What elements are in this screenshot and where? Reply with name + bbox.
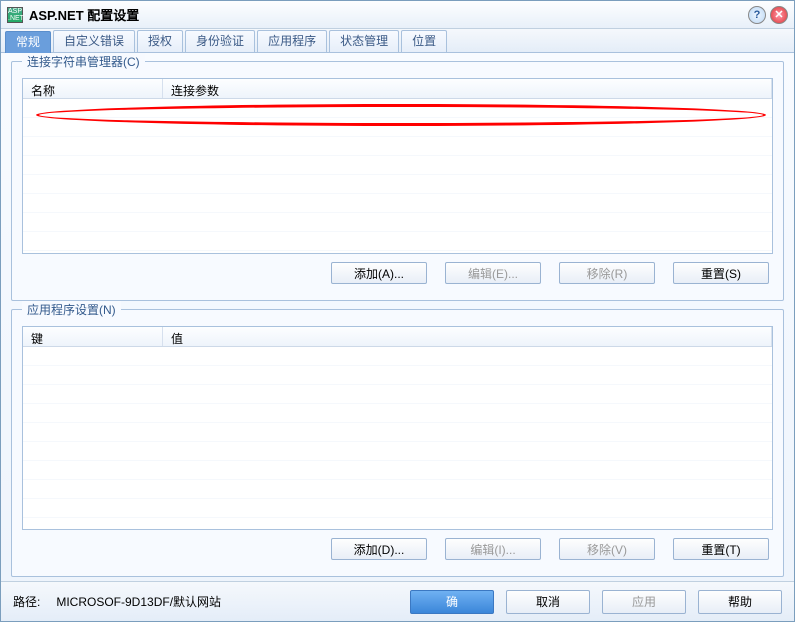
list-body[interactable] (23, 99, 772, 253)
connection-buttons: 添加(A)... 编辑(E)... 移除(R) 重置(S) (22, 262, 773, 290)
ok-button[interactable]: 确 (410, 590, 494, 614)
group-legend: 连接字符串管理器(C) (22, 53, 145, 70)
content-area: 连接字符串管理器(C) 名称 连接参数 添加(A)... 编辑(E)... 移除… (1, 53, 794, 581)
window-title: ASP.NET 配置设置 (29, 5, 139, 24)
app-icon: ASP.NET (7, 7, 23, 23)
col-key[interactable]: 键 (23, 327, 163, 346)
tab-state[interactable]: 状态管理 (329, 30, 399, 52)
connection-string-group: 连接字符串管理器(C) 名称 连接参数 添加(A)... 编辑(E)... 移除… (11, 61, 784, 301)
col-name[interactable]: 名称 (23, 79, 163, 98)
reset-button[interactable]: 重置(T) (673, 538, 769, 560)
tab-general[interactable]: 常规 (5, 31, 51, 53)
edit-button[interactable]: 编辑(E)... (445, 262, 541, 284)
group-legend: 应用程序设置(N) (22, 301, 121, 318)
remove-button[interactable]: 移除(R) (559, 262, 655, 284)
tab-authentication[interactable]: 身份验证 (185, 30, 255, 52)
settings-buttons: 添加(D)... 编辑(I)... 移除(V) 重置(T) (22, 538, 773, 566)
help-button[interactable]: 帮助 (698, 590, 782, 614)
tab-authorization[interactable]: 授权 (137, 30, 183, 52)
reset-button[interactable]: 重置(S) (673, 262, 769, 284)
app-settings-group: 应用程序设置(N) 键 值 添加(D)... 编辑(I)... 移除(V) 重置… (11, 309, 784, 577)
close-icon[interactable]: ✕ (770, 6, 788, 24)
edit-button[interactable]: 编辑(I)... (445, 538, 541, 560)
add-button[interactable]: 添加(A)... (331, 262, 427, 284)
apply-button[interactable]: 应用 (602, 590, 686, 614)
help-icon[interactable]: ? (748, 6, 766, 24)
remove-button[interactable]: 移除(V) (559, 538, 655, 560)
dialog-footer: 路径: MICROSOF-9D13DF/默认网站 确 取消 应用 帮助 (1, 581, 794, 621)
col-param[interactable]: 连接参数 (163, 79, 772, 98)
tab-location[interactable]: 位置 (401, 30, 447, 52)
connection-list[interactable]: 名称 连接参数 (22, 78, 773, 254)
settings-list[interactable]: 键 值 (22, 326, 773, 530)
list-body[interactable] (23, 347, 772, 529)
titlebar: ASP.NET ASP.NET 配置设置 ? ✕ (1, 1, 794, 29)
path-value: MICROSOF-9D13DF/默认网站 (56, 593, 398, 610)
tab-application[interactable]: 应用程序 (257, 30, 327, 52)
path-label: 路径: (13, 593, 40, 610)
config-window: ASP.NET ASP.NET 配置设置 ? ✕ 常规 自定义错误 授权 身份验… (0, 0, 795, 622)
cancel-button[interactable]: 取消 (506, 590, 590, 614)
col-val[interactable]: 值 (163, 327, 772, 346)
tab-bar: 常规 自定义错误 授权 身份验证 应用程序 状态管理 位置 (1, 29, 794, 53)
add-button[interactable]: 添加(D)... (331, 538, 427, 560)
list-header: 键 值 (23, 327, 772, 347)
list-header: 名称 连接参数 (23, 79, 772, 99)
tab-custom-errors[interactable]: 自定义错误 (53, 30, 135, 52)
